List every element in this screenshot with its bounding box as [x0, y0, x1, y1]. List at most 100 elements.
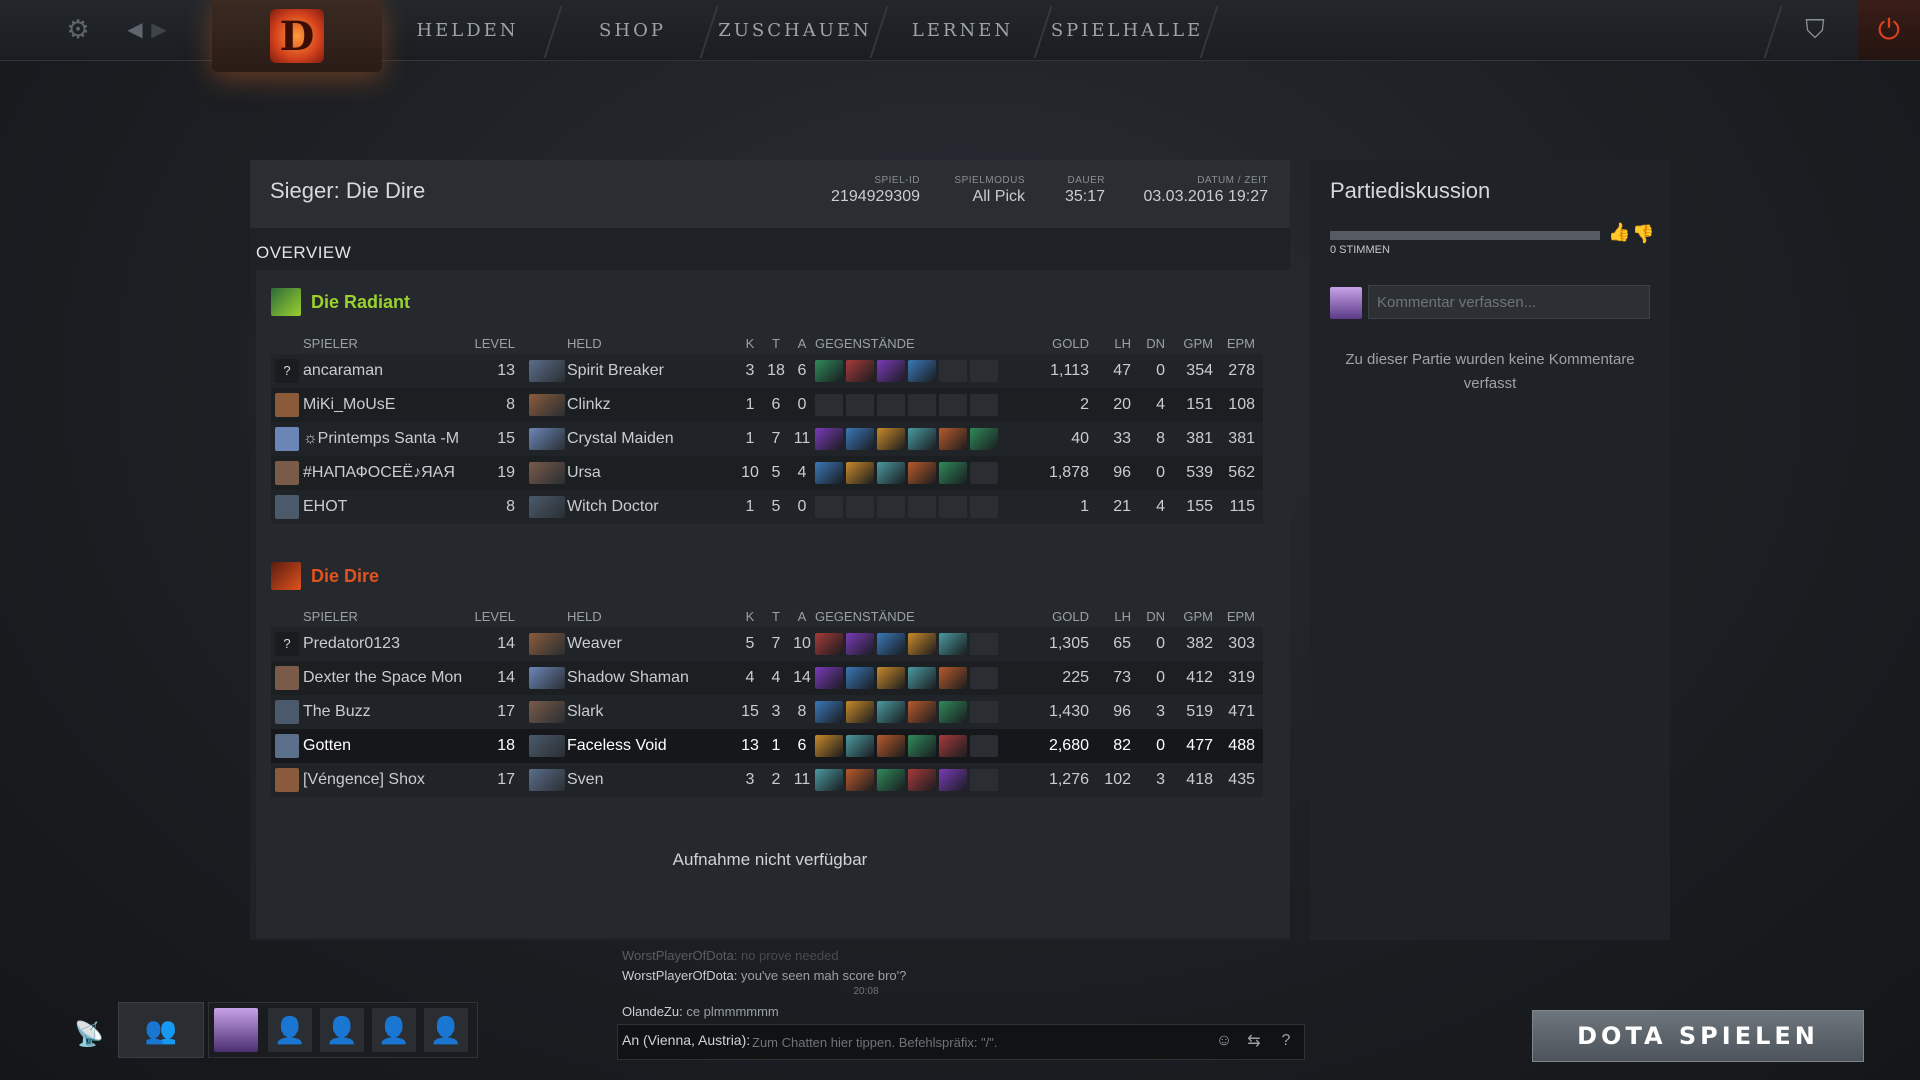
item-icon[interactable] — [908, 428, 936, 450]
player-avatar[interactable] — [275, 734, 299, 758]
player-avatar[interactable] — [275, 768, 299, 792]
item-icon[interactable] — [877, 735, 905, 757]
thumbs-down-icon[interactable]: 👎 — [1632, 224, 1654, 245]
item-icon[interactable] — [939, 735, 967, 757]
player-avatar[interactable] — [275, 461, 299, 485]
item-icon[interactable] — [815, 769, 843, 791]
chat-input[interactable] — [750, 1027, 1209, 1057]
player-avatar[interactable] — [275, 495, 299, 519]
hero-portrait[interactable] — [529, 667, 565, 689]
item-icon[interactable] — [846, 769, 874, 791]
hero-portrait[interactable] — [529, 360, 565, 382]
item-icon[interactable] — [846, 667, 874, 689]
nav-shop[interactable]: SHOP — [565, 0, 700, 60]
item-icon[interactable] — [908, 769, 936, 791]
nav-watch[interactable]: ZUSCHAUEN — [718, 0, 870, 60]
item-icon[interactable] — [908, 667, 936, 689]
help-icon[interactable]: ? — [1274, 1029, 1298, 1053]
item-icon[interactable] — [877, 462, 905, 484]
back-arrow-icon[interactable]: ◀ — [124, 14, 146, 44]
power-button[interactable]: ⏻ — [1858, 0, 1920, 60]
item-icon[interactable] — [908, 701, 936, 723]
item-icon[interactable] — [939, 769, 967, 791]
item-icon[interactable] — [877, 633, 905, 655]
item-icon[interactable] — [815, 360, 843, 382]
player-row[interactable]: ? Predator0123 14 Weaver 5 7 10 1,305 65 0 382 303 — [271, 627, 1263, 661]
hero-portrait[interactable] — [529, 735, 565, 757]
player-avatar[interactable] — [275, 393, 299, 417]
item-icon[interactable] — [846, 428, 874, 450]
item-icon[interactable] — [846, 701, 874, 723]
item-icon[interactable] — [939, 462, 967, 484]
player-row[interactable]: The Buzz 17 Slark 15 3 8 1,430 96 3 519 471 — [271, 695, 1263, 729]
empty-item-slot — [846, 496, 874, 518]
item-icon[interactable] — [815, 428, 843, 450]
player-row[interactable]: [Véngence] Shox 17 Sven 3 2 11 1,276 102 3 418 435 — [271, 763, 1263, 797]
item-icon[interactable] — [815, 462, 843, 484]
item-icon[interactable] — [877, 769, 905, 791]
settings-gear-icon[interactable]: ⚙ — [62, 12, 94, 46]
broadcast-icon[interactable]: 📡 — [74, 1020, 104, 1049]
party-slot-empty[interactable]: 👤 — [424, 1008, 468, 1052]
item-icon[interactable] — [877, 701, 905, 723]
item-icon[interactable] — [877, 360, 905, 382]
player-row[interactable]: MiKi_MoUsE 8 Clinkz 1 6 0 2 20 4 151 108 — [271, 388, 1263, 422]
hero-portrait[interactable] — [529, 394, 565, 416]
item-icon[interactable] — [908, 462, 936, 484]
party-button[interactable]: 👥 — [118, 1002, 204, 1058]
player-avatar[interactable] — [275, 666, 299, 690]
nav-learn[interactable]: LERNEN — [890, 0, 1035, 60]
hero-portrait[interactable] — [529, 496, 565, 518]
player-row[interactable]: ? ancaraman 13 Spirit Breaker 3 18 6 1,113 47 0 35… — [271, 354, 1263, 388]
item-icon[interactable] — [846, 360, 874, 382]
item-icon[interactable] — [908, 360, 936, 382]
item-icon[interactable] — [877, 428, 905, 450]
thumbs-up-icon[interactable]: 👍 — [1608, 222, 1630, 243]
item-icon[interactable] — [877, 667, 905, 689]
section-tab-overview[interactable]: OVERVIEW — [256, 243, 351, 263]
party-slot-empty[interactable]: 👤 — [372, 1008, 416, 1052]
player-row[interactable]: ☼Printemps Santa -M 15 Crystal Maiden 1 7 11 4… — [271, 422, 1263, 456]
party-slot-self[interactable] — [214, 1008, 258, 1052]
item-icon[interactable] — [846, 462, 874, 484]
nav-arcade[interactable]: SPIELHALLE — [1051, 0, 1202, 60]
item-icon[interactable] — [939, 701, 967, 723]
armory-banner-icon[interactable]: ⛉ — [1795, 12, 1835, 48]
player-row[interactable]: EHOT 8 Witch Doctor 1 5 0 1 21 4 155 115 — [271, 490, 1263, 524]
chat-channel-icon[interactable]: ⇆ — [1242, 1029, 1266, 1053]
nav-heroes[interactable]: HELDEN — [395, 0, 540, 60]
player-avatar[interactable]: ? — [275, 632, 299, 656]
player-avatar[interactable] — [275, 427, 299, 451]
player-row[interactable]: Gotten 18 Faceless Void 13 1 6 2,680 82 0 477 488 — [271, 729, 1263, 763]
player-avatar[interactable]: ? — [275, 359, 299, 383]
item-icon[interactable] — [846, 633, 874, 655]
dota-logo-button[interactable]: D — [212, 0, 382, 72]
item-icon[interactable] — [939, 633, 967, 655]
comment-input[interactable] — [1368, 285, 1650, 319]
hero-portrait[interactable] — [529, 462, 565, 484]
emoticon-icon[interactable]: ☺ — [1212, 1029, 1236, 1053]
hero-portrait[interactable] — [529, 701, 565, 723]
item-icon[interactable] — [815, 701, 843, 723]
play-dota-button[interactable]: DOTA SPIELEN — [1532, 1010, 1864, 1062]
party-slot-empty[interactable]: 👤 — [268, 1008, 312, 1052]
item-icon[interactable] — [970, 428, 998, 450]
item-icon[interactable] — [815, 633, 843, 655]
player-row[interactable]: #НАПАФОСЕЁ♪ЯAЯ 19 Ursa 10 5 4 1,878 96 0 539 562 — [271, 456, 1263, 490]
item-icon[interactable] — [939, 428, 967, 450]
chat-channel-prefix[interactable]: An (Vienna, Austria): — [622, 1032, 750, 1048]
item-icon[interactable] — [846, 735, 874, 757]
hero-portrait[interactable] — [529, 633, 565, 655]
column-header — [521, 332, 567, 354]
hero-portrait[interactable] — [529, 428, 565, 450]
hero-portrait[interactable] — [529, 769, 565, 791]
item-icon[interactable] — [815, 667, 843, 689]
item-icon[interactable] — [908, 735, 936, 757]
player-avatar[interactable] — [275, 700, 299, 724]
item-icon[interactable] — [815, 735, 843, 757]
party-slot-empty[interactable]: 👤 — [320, 1008, 364, 1052]
forward-arrow-icon[interactable]: ▶ — [148, 14, 170, 44]
item-icon[interactable] — [908, 633, 936, 655]
item-icon[interactable] — [939, 667, 967, 689]
player-row[interactable]: Dexter the Space Mon 14 Shadow Shaman 4 4 14 2… — [271, 661, 1263, 695]
